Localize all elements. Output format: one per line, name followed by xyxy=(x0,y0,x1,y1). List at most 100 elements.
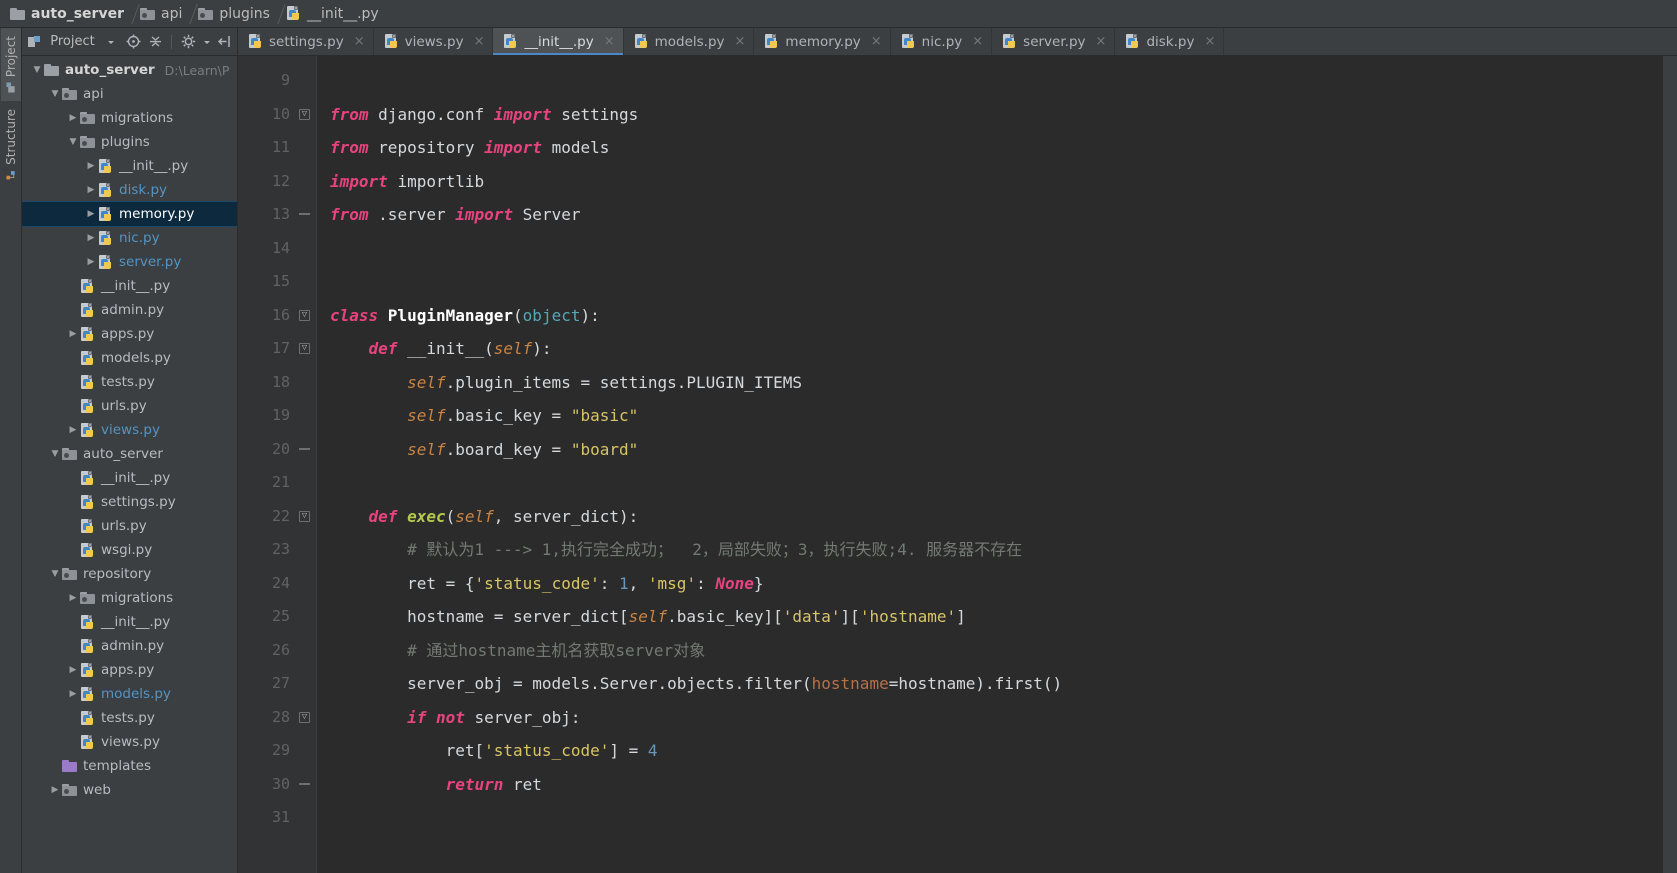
tree-node-models-py[interactable]: ▶ models.py xyxy=(22,682,237,706)
close-icon[interactable]: × xyxy=(1096,34,1107,49)
tree-node-apps-py[interactable]: ▶ apps.py xyxy=(22,658,237,682)
tree-node-settings-py[interactable]: settings.py xyxy=(22,490,237,514)
chevron-down-icon[interactable]: ▼ xyxy=(66,137,80,147)
chevron-down-icon[interactable] xyxy=(103,33,119,51)
close-icon[interactable]: × xyxy=(1204,34,1215,49)
chevron-down-icon[interactable]: ▼ xyxy=(30,65,44,75)
editor-tab--init-py[interactable]: __init__.py × xyxy=(493,28,624,55)
tree-node-disk-py[interactable]: ▶ disk.py xyxy=(22,178,237,202)
editor-scrollbar[interactable] xyxy=(1663,56,1677,873)
hide-panel-icon[interactable] xyxy=(217,33,233,51)
chevron-right-icon[interactable]: ▶ xyxy=(66,329,80,339)
chevron-right-icon[interactable]: ▶ xyxy=(66,665,80,675)
editor-tab-server-py[interactable]: server.py × xyxy=(992,28,1116,55)
chevron-right-icon[interactable]: ▶ xyxy=(66,113,80,123)
breadcrumb-item-api[interactable]: api xyxy=(136,0,194,28)
tree-node--init-py[interactable]: __init__.py xyxy=(22,274,237,298)
fold-collapse-icon[interactable]: ▽ xyxy=(299,711,310,723)
tree-node-admin-py[interactable]: admin.py xyxy=(22,634,237,658)
editor-tab-views-py[interactable]: views.py × xyxy=(373,28,494,55)
code-line[interactable]: self.basic_key = "basic" xyxy=(316,399,1663,433)
tree-node-web[interactable]: ▶ web xyxy=(22,778,237,802)
editor-tab-nic-py[interactable]: nic.py × xyxy=(890,28,993,55)
breadcrumb-item--init-py[interactable]: __init__.py xyxy=(282,0,391,28)
tree-node-views-py[interactable]: views.py xyxy=(22,730,237,754)
code-line[interactable]: ret = {'status_code': 1, 'msg': None} xyxy=(316,567,1663,601)
chevron-right-icon[interactable]: ▶ xyxy=(66,593,80,603)
chevron-right-icon[interactable]: ▶ xyxy=(84,185,98,195)
code-line[interactable]: self.plugin_items = settings.PLUGIN_ITEM… xyxy=(316,366,1663,400)
collapse-all-icon[interactable] xyxy=(147,33,163,51)
editor-tab-disk-py[interactable]: disk.py × xyxy=(1115,28,1225,55)
code-line[interactable]: def __init__(self): xyxy=(316,332,1663,366)
breadcrumb-item-auto-server[interactable]: auto_server xyxy=(6,0,136,28)
tree-node-urls-py[interactable]: urls.py xyxy=(22,514,237,538)
code-line[interactable]: server_obj = models.Server.objects.filte… xyxy=(316,667,1663,701)
chevron-right-icon[interactable]: ▶ xyxy=(48,785,62,795)
editor-tab-settings-py[interactable]: settings.py × xyxy=(238,28,374,55)
code-line[interactable]: from django.conf import settings xyxy=(316,98,1663,132)
code-line[interactable]: self.board_key = "board" xyxy=(316,433,1663,467)
close-icon[interactable]: × xyxy=(871,34,882,49)
code-line[interactable]: ret['status_code'] = 4 xyxy=(316,734,1663,768)
gear-dropdown-icon[interactable] xyxy=(203,33,211,51)
tree-node-migrations[interactable]: ▶ migrations xyxy=(22,586,237,610)
tree-node-tests-py[interactable]: tests.py xyxy=(22,706,237,730)
tree-node--init-py[interactable]: ▶ __init__.py xyxy=(22,154,237,178)
tree-node-migrations[interactable]: ▶ migrations xyxy=(22,106,237,130)
code-line[interactable]: if not server_obj: xyxy=(316,701,1663,735)
code-line[interactable] xyxy=(316,265,1663,299)
target-icon[interactable] xyxy=(125,33,141,51)
code-line[interactable]: return ret xyxy=(316,768,1663,802)
tree-node--init-py[interactable]: __init__.py xyxy=(22,610,237,634)
tree-node-admin-py[interactable]: admin.py xyxy=(22,298,237,322)
code-line[interactable] xyxy=(316,232,1663,266)
code-line[interactable]: hostname = server_dict[self.basic_key]['… xyxy=(316,600,1663,634)
editor-tab-memory-py[interactable]: memory.py × xyxy=(754,28,891,55)
code-line[interactable] xyxy=(316,466,1663,500)
tree-node-urls-py[interactable]: urls.py xyxy=(22,394,237,418)
tool-window-tab-project[interactable]: Project xyxy=(0,28,21,102)
close-icon[interactable]: × xyxy=(604,34,615,49)
code-line[interactable]: import importlib xyxy=(316,165,1663,199)
editor-tab-models-py[interactable]: models.py × xyxy=(623,28,755,55)
chevron-right-icon[interactable]: ▶ xyxy=(84,161,98,171)
code-line[interactable]: # 默认为1 ---> 1,执行完全成功； 2，局部失败；3，执行失败;4. 服… xyxy=(316,533,1663,567)
fold-collapse-icon[interactable]: ▽ xyxy=(299,108,310,120)
code-content[interactable]: from django.conf import settings from rep… xyxy=(316,56,1663,873)
tree-node-plugins[interactable]: ▼ plugins xyxy=(22,130,237,154)
code-line[interactable]: # 通过hostname主机名获取server对象 xyxy=(316,634,1663,668)
chevron-right-icon[interactable]: ▶ xyxy=(84,209,98,219)
tree-node-memory-py[interactable]: ▶ memory.py xyxy=(22,201,237,227)
chevron-right-icon[interactable]: ▶ xyxy=(66,689,80,699)
chevron-down-icon[interactable]: ▼ xyxy=(48,569,62,579)
chevron-down-icon[interactable]: ▼ xyxy=(48,449,62,459)
chevron-right-icon[interactable]: ▶ xyxy=(84,257,98,267)
code-line[interactable]: from .server import Server xyxy=(316,198,1663,232)
tree-node-auto-server[interactable]: ▼ auto_server D:\Learn\P xyxy=(22,58,237,82)
tree-node-templates[interactable]: templates xyxy=(22,754,237,778)
tool-window-tab-structure[interactable]: Structure xyxy=(1,101,21,189)
fold-collapse-icon[interactable]: ▽ xyxy=(299,343,310,354)
fold-end-icon[interactable] xyxy=(299,209,310,220)
fold-collapse-icon[interactable]: ▽ xyxy=(299,309,310,321)
tree-node-server-py[interactable]: ▶ server.py xyxy=(22,250,237,274)
fold-end-icon[interactable] xyxy=(299,779,310,790)
tree-node-wsgi-py[interactable]: wsgi.py xyxy=(22,538,237,562)
code-line[interactable] xyxy=(316,64,1663,98)
tree-node--init-py[interactable]: __init__.py xyxy=(22,466,237,490)
close-icon[interactable]: × xyxy=(354,34,365,49)
chevron-right-icon[interactable]: ▶ xyxy=(66,425,80,435)
tree-node-repository[interactable]: ▼ repository xyxy=(22,562,237,586)
tree-node-tests-py[interactable]: tests.py xyxy=(22,370,237,394)
tree-node-api[interactable]: ▼ api xyxy=(22,82,237,106)
code-editor[interactable]: 9 10 ▽ 11 12 13 14 15 16 ▽ 17 ▽ 18 19 20 21 22 ▽ 23 24 25 26 2… xyxy=(238,56,1677,873)
code-line[interactable]: class PluginManager(object): xyxy=(316,299,1663,333)
tree-node-apps-py[interactable]: ▶ apps.py xyxy=(22,322,237,346)
chevron-down-icon[interactable]: ▼ xyxy=(48,89,62,99)
chevron-right-icon[interactable]: ▶ xyxy=(84,233,98,243)
tree-node-auto-server[interactable]: ▼ auto_server xyxy=(22,442,237,466)
breadcrumb-item-plugins[interactable]: plugins xyxy=(194,0,282,28)
close-icon[interactable]: × xyxy=(972,34,983,49)
tree-node-models-py[interactable]: models.py xyxy=(22,346,237,370)
